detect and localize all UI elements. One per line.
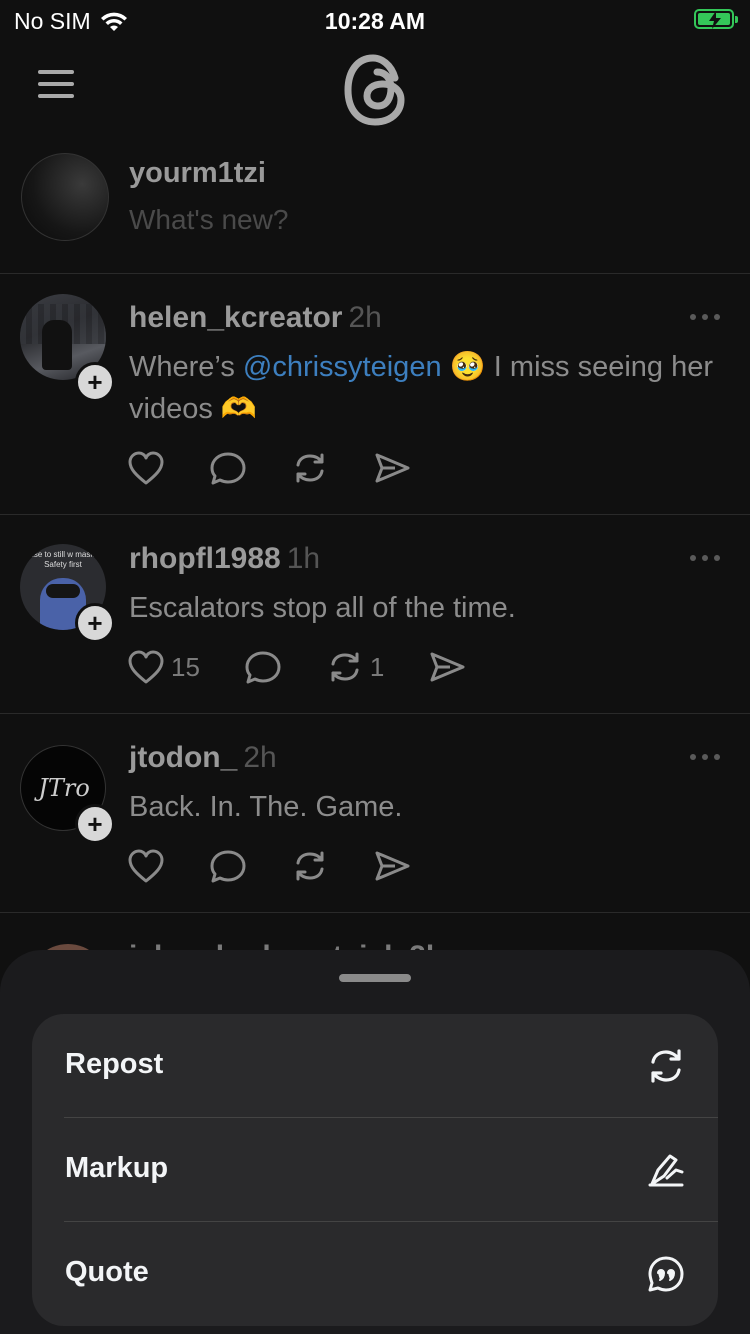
more-options-icon[interactable] [690, 314, 720, 320]
post-item[interactable]: JTro + jtodon_ 2h Back. In. The. Game. [0, 714, 750, 913]
post-header: jtodon_ 2h [129, 741, 277, 775]
comment-bubble-icon [210, 850, 246, 883]
clock: 10:28 AM [324, 8, 426, 34]
sheet-drag-handle[interactable] [339, 974, 411, 982]
avatar-caption: use to still w mask. Safety first [29, 550, 97, 569]
like-button[interactable] [127, 450, 165, 486]
heart-icon [128, 849, 164, 883]
avatar-logo-text: JTro [38, 774, 90, 802]
reply-button[interactable] [209, 848, 247, 884]
share-button[interactable] [373, 450, 411, 486]
repost-count: 1 [369, 651, 385, 682]
avatar[interactable] [21, 153, 109, 241]
top-bar [0, 44, 750, 140]
post-time: 2h [348, 301, 382, 334]
quote-bubble-icon [648, 1256, 684, 1292]
threads-logo-icon[interactable] [343, 52, 407, 128]
send-icon [430, 652, 465, 682]
repost-icon [296, 851, 324, 881]
post-actions [127, 450, 455, 486]
quote-option[interactable]: Quote [32, 1222, 718, 1326]
mention-link[interactable]: @chrissyteigen [243, 351, 442, 383]
post-item[interactable]: + helen_kcreator 2h Where’s @chrissyteige… [0, 274, 750, 515]
more-options-icon[interactable] [690, 754, 720, 760]
repost-button[interactable] [291, 848, 329, 884]
post-username[interactable]: jtodon_ [129, 741, 237, 774]
follow-plus-button[interactable]: + [75, 362, 115, 402]
repost-icon [296, 453, 324, 483]
reply-button[interactable] [209, 450, 247, 486]
markup-pen-icon [648, 1154, 684, 1187]
post-text: Escalators stop all of the time. [129, 592, 516, 624]
post-text: Back. In. The. Game. [129, 791, 403, 823]
follow-plus-button[interactable]: + [75, 804, 115, 844]
post-header: helen_kcreator 2h [129, 301, 382, 335]
repost-action-sheet: Repost Markup Quote [0, 950, 750, 1334]
markup-option[interactable]: Markup [32, 1118, 718, 1222]
hamburger-menu-icon[interactable] [38, 70, 74, 98]
compose-placeholder[interactable]: What's new? [129, 204, 288, 236]
like-button[interactable]: 15 [127, 649, 200, 685]
battery-icon [694, 9, 738, 29]
next-post-peek: jakarabrabeautyjak 2h [0, 912, 750, 952]
repost-icon [331, 652, 359, 682]
more-options-icon[interactable] [690, 555, 720, 561]
share-button[interactable] [373, 848, 411, 884]
post-time: 2h [243, 741, 277, 774]
heart-icon [128, 451, 164, 485]
repost-option[interactable]: Repost [32, 1014, 718, 1118]
post-item[interactable]: use to still w mask. Safety first + rhop… [0, 515, 750, 714]
repost-button[interactable]: 1 [326, 649, 384, 685]
heart-icon [128, 650, 164, 684]
option-label: Repost [65, 1048, 164, 1080]
compose-row[interactable]: yourm1tzi What's new? [0, 140, 750, 274]
share-button[interactable] [428, 649, 466, 685]
charging-bolt-icon [709, 11, 721, 29]
sheet-options-group: Repost Markup Quote [32, 1014, 718, 1326]
post-text: Where’s @chrissyteigen 🥹 I miss seeing h… [129, 351, 713, 425]
post-actions: 15 1 [127, 649, 510, 685]
option-label: Markup [65, 1152, 169, 1184]
option-label: Quote [65, 1256, 149, 1288]
post-time: 1h [286, 542, 321, 575]
like-count: 15 [171, 651, 200, 682]
like-button[interactable] [127, 848, 165, 884]
comment-bubble-icon [210, 452, 246, 485]
post-header: rhopfl1988 1h [129, 542, 320, 576]
send-icon [375, 851, 410, 881]
repost-icon [651, 1049, 681, 1083]
comment-bubble-icon [245, 651, 281, 684]
compose-username: yourm1tzi [129, 157, 266, 189]
post-username[interactable]: helen_kcreator [129, 301, 342, 334]
follow-plus-button[interactable]: + [75, 603, 115, 643]
status-bar: No SIM 10:28 AM [0, 0, 750, 40]
post-actions [127, 848, 455, 884]
reply-button[interactable] [244, 649, 282, 685]
post-username[interactable]: rhopfl1988 [129, 542, 281, 575]
send-icon [375, 453, 410, 483]
repost-button[interactable] [291, 450, 329, 486]
